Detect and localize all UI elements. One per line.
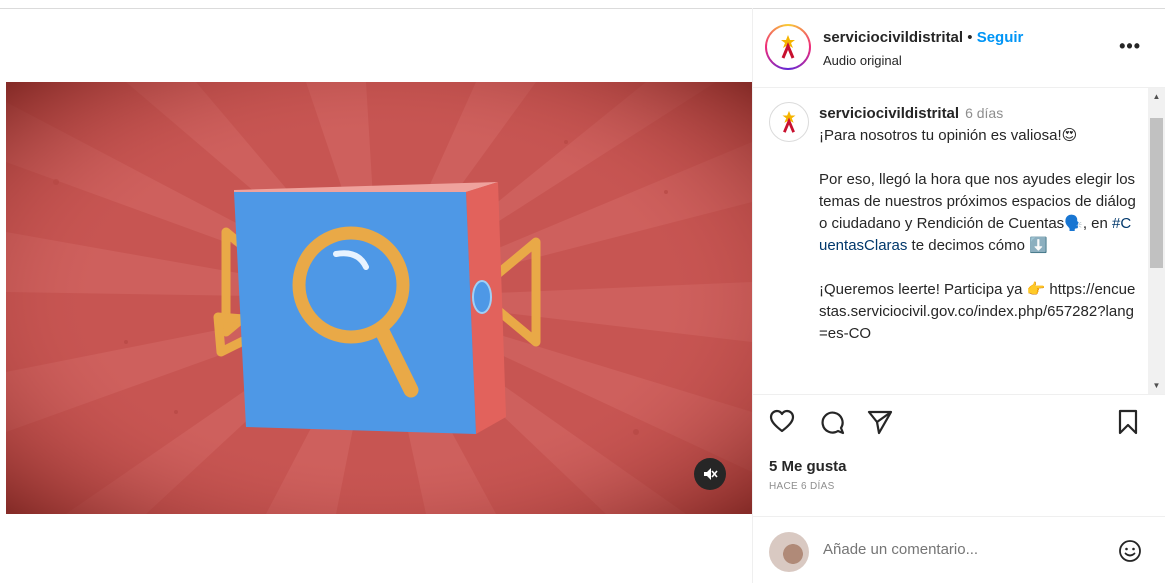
more-options-button[interactable]: ••• (1119, 36, 1141, 57)
caption-paragraph2-b: te decimos cómo ⬇️ (907, 237, 1048, 254)
header-username[interactable]: serviciocivildistrital (823, 29, 963, 46)
scroll-down-arrow-icon[interactable]: ▼ (1152, 381, 1161, 390)
video-media[interactable] (6, 82, 752, 514)
header-separator: • (967, 29, 973, 46)
comment-input[interactable] (823, 541, 1093, 558)
caption: serviciocivildistrital 6 días ¡Para nosot… (819, 102, 1137, 345)
header-username-line: serviciocivildistrital • Seguir (823, 29, 1023, 46)
follow-button[interactable]: Seguir (977, 29, 1024, 46)
servicio-civil-logo-icon (782, 110, 796, 133)
profile-avatar[interactable] (765, 24, 811, 70)
caption-line1: ¡Para nosotros tu opinión es valiosa!😍 (819, 127, 1078, 144)
post-header: serviciocivildistrital • Seguir Audio or… (753, 8, 1165, 88)
current-user-avatar (769, 532, 809, 572)
audio-label[interactable]: Audio original (823, 53, 902, 68)
post-actions: 5 Me gusta HACE 6 DÍAS (753, 394, 1165, 504)
caption-paragraph3: ¡Queremos leerte! Participa ya 👉 https:/… (819, 281, 1136, 342)
likes-count[interactable]: 5 Me gusta (769, 458, 847, 475)
add-comment-section (753, 516, 1165, 583)
scroll-thumb[interactable] (1150, 118, 1163, 268)
caption-avatar[interactable] (769, 102, 809, 142)
like-button[interactable] (769, 409, 795, 438)
comment-icon (821, 411, 845, 435)
caption-username[interactable]: serviciocivildistrital (819, 105, 959, 122)
post-side-panel: serviciocivildistrital • Seguir Audio or… (752, 8, 1165, 583)
smiley-icon (1119, 540, 1141, 562)
heart-icon (769, 409, 795, 433)
speaker-muted-icon (704, 468, 718, 480)
video-frame-illustration (6, 82, 752, 514)
comment-button[interactable] (819, 409, 845, 440)
instagram-post-window: serviciocivildistrital • Seguir Audio or… (0, 0, 1165, 583)
servicio-civil-logo-icon (781, 35, 795, 59)
save-button[interactable] (1117, 409, 1139, 440)
mute-button[interactable] (694, 458, 726, 490)
emoji-button[interactable] (1118, 539, 1142, 568)
caption-paragraph2: Por eso, llegó la hora que nos ayudes el… (819, 169, 1137, 257)
avatar-logo (767, 26, 809, 68)
comments-scroll-area[interactable]: serviciocivildistrital 6 días ¡Para nosot… (753, 88, 1165, 394)
scrollbar[interactable]: ▲ ▼ (1148, 88, 1165, 394)
post-age: HACE 6 DÍAS (769, 481, 835, 492)
paper-plane-icon (867, 410, 893, 435)
bookmark-icon (1118, 409, 1138, 435)
caption-paragraph2-a: Por eso, llegó la hora que nos ayudes el… (819, 171, 1140, 232)
scroll-up-arrow-icon[interactable]: ▲ (1152, 92, 1161, 101)
caption-time: 6 días (965, 105, 1004, 121)
ellipsis-icon: ••• (1119, 36, 1141, 56)
share-button[interactable] (867, 409, 893, 440)
